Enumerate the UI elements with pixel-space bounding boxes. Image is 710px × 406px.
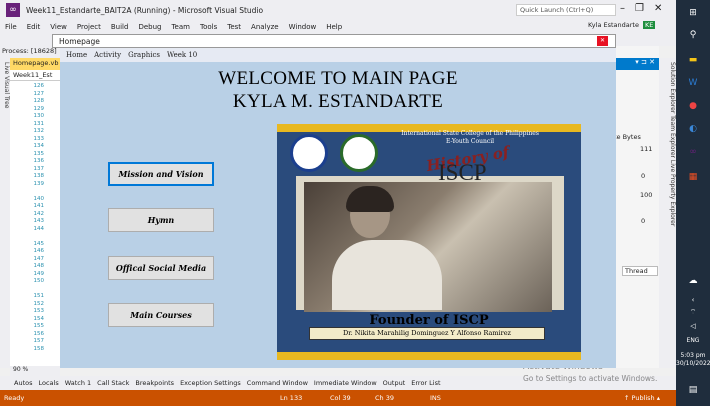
minimize-icon[interactable]: – <box>620 3 625 14</box>
user-name: Kyla Estandarte <box>588 21 639 29</box>
app-menu-graphics[interactable]: Graphics <box>128 51 160 59</box>
document-tab[interactable]: Homepage.vb <box>10 58 60 70</box>
tab-locals[interactable]: Locals <box>38 379 58 387</box>
app-close-icon[interactable]: ✕ <box>597 36 608 46</box>
menu-window[interactable]: Window <box>284 23 322 31</box>
project-breadcrumb[interactable]: Week11_Est <box>10 70 60 81</box>
school-seal-icon <box>290 134 328 172</box>
visual-studio-taskbar-icon[interactable]: ∞ <box>684 147 702 161</box>
vs-window-controls: – ❐ ✕ <box>620 3 662 14</box>
tab-autos[interactable]: Autos <box>14 379 32 387</box>
tab-output[interactable]: Output <box>383 379 406 387</box>
menu-debug[interactable]: Debug <box>133 23 166 31</box>
app-title-bar: Homepage <box>52 34 616 48</box>
student-name: KYLA M. ESTANDARTE <box>232 91 444 112</box>
thread-column-header[interactable]: Thread <box>622 266 658 276</box>
store-icon[interactable]: ▦ <box>684 172 702 186</box>
status-line: Ln 133 <box>280 394 303 402</box>
search-icon[interactable]: ⚲ <box>684 30 702 44</box>
tab-immediate-window[interactable]: Immediate Window <box>314 379 377 387</box>
hymn-button[interactable]: Hymn <box>108 208 214 232</box>
wifi-icon[interactable]: ⌔ <box>684 308 702 322</box>
quick-launch-input[interactable]: Quick Launch (Ctrl+Q) <box>516 4 616 16</box>
cpu-axis-max: 100 <box>640 191 653 199</box>
memory-axis-min: 0 <box>641 172 646 180</box>
line-number-gutter: 126 127 128 129 130 131 132 133 134 135 … <box>33 83 45 352</box>
volume-icon[interactable]: ◁ <box>684 322 702 336</box>
publish-button[interactable]: ↑ Publish ▴ <box>624 394 660 402</box>
right-tool-tabs[interactable]: Solution Explorer Team Explorer Live Pro… <box>659 58 676 368</box>
welcome-line: WELCOME TO MAIN PAGE <box>218 68 458 89</box>
menu-view[interactable]: View <box>45 23 72 31</box>
live-visual-tree-tab[interactable]: Live Visual Tree <box>0 58 10 368</box>
social-media-button[interactable]: Offical Social Media <box>108 256 214 280</box>
app-menu-activity[interactable]: Activity <box>94 51 121 59</box>
founder-photo-dress <box>332 240 442 310</box>
tab-breakpoints[interactable]: Breakpoints <box>135 379 174 387</box>
menu-file[interactable]: File <box>0 23 22 31</box>
visual-studio-icon: ∞ <box>6 3 20 17</box>
welcome-heading: WELCOME TO MAIN PAGE KYLA M. ESTANDARTE <box>60 67 616 113</box>
edge-icon[interactable]: ◐ <box>684 124 702 138</box>
council-name: E-Youth Council <box>445 138 495 145</box>
vs-menu-bar: File Edit View Project Build Debug Team … <box>0 20 676 34</box>
app-menu-bar: Home Activity Graphics Week 10 <box>60 48 616 62</box>
menu-analyze[interactable]: Analyze <box>246 23 284 31</box>
poster-bottom-stripe <box>277 352 581 360</box>
status-char: Ch 39 <box>375 394 394 402</box>
process-selector[interactable]: Process: [18628] <box>0 46 60 58</box>
menu-build[interactable]: Build <box>106 23 134 31</box>
taskbar-clock[interactable]: 5:03 pm 30/10/2022 <box>676 352 710 368</box>
poster-school-name: International State College of the Phili… <box>360 130 580 146</box>
tab-exception-settings[interactable]: Exception Settings <box>180 379 241 387</box>
windows-start-icon[interactable]: ⊞ <box>684 8 702 22</box>
founder-caption: Founder of ISCP <box>369 313 489 328</box>
clock-time: 5:03 pm <box>680 352 706 359</box>
user-account[interactable]: Kyla Estandarte KE <box>588 21 656 29</box>
tab-error-list[interactable]: Error List <box>411 379 440 387</box>
zoom-level[interactable]: 90 % <box>10 366 60 376</box>
menu-help[interactable]: Help <box>321 23 347 31</box>
memory-axis-max: 111 <box>640 145 653 153</box>
activate-subtitle: Go to Settings to activate Windows. <box>523 374 658 383</box>
app-menu-home[interactable]: Home <box>66 51 87 59</box>
user-badge: KE <box>642 21 656 29</box>
chrome-icon[interactable]: ● <box>684 101 702 115</box>
mission-vision-button[interactable]: Mission and Vision <box>108 162 214 186</box>
cpu-axis-min: 0 <box>641 217 646 225</box>
close-icon[interactable]: ✕ <box>654 3 662 14</box>
tab-watch[interactable]: Watch 1 <box>65 379 91 387</box>
status-column: Col 39 <box>330 394 351 402</box>
tab-call-stack[interactable]: Call Stack <box>97 379 129 387</box>
menu-team[interactable]: Team <box>166 23 195 31</box>
language-indicator[interactable]: ENG <box>676 337 710 344</box>
menu-tools[interactable]: Tools <box>195 23 222 31</box>
cloud-icon[interactable]: ☁ <box>684 276 702 290</box>
menu-project[interactable]: Project <box>72 23 106 31</box>
notification-icon[interactable]: ▤ <box>684 385 702 399</box>
app-menu-week10[interactable]: Week 10 <box>167 51 197 59</box>
main-courses-button[interactable]: Main Courses <box>108 303 214 327</box>
tab-command-window[interactable]: Command Window <box>247 379 308 387</box>
vs-window-title: Week11_Estandarte_BAIT2A (Running) - Mic… <box>26 5 264 15</box>
menu-test[interactable]: Test <box>222 23 246 31</box>
menu-edit[interactable]: Edit <box>22 23 46 31</box>
word-icon[interactable]: W <box>684 78 702 92</box>
app-title: Homepage <box>59 37 100 46</box>
clock-date: 30/10/2022 <box>676 360 710 367</box>
school-name: International State College of the Phili… <box>401 130 539 137</box>
founder-name: Dr. Nikita Marahilig Dominguez Y Alfonso… <box>309 327 545 340</box>
file-explorer-icon[interactable]: ▬ <box>684 55 702 69</box>
status-ins: INS <box>430 394 441 402</box>
status-bar: Ready Ln 133 Col 39 Ch 39 INS ↑ Publish … <box>0 390 676 406</box>
maximize-icon[interactable]: ❐ <box>635 3 644 14</box>
status-ready: Ready <box>4 394 25 402</box>
